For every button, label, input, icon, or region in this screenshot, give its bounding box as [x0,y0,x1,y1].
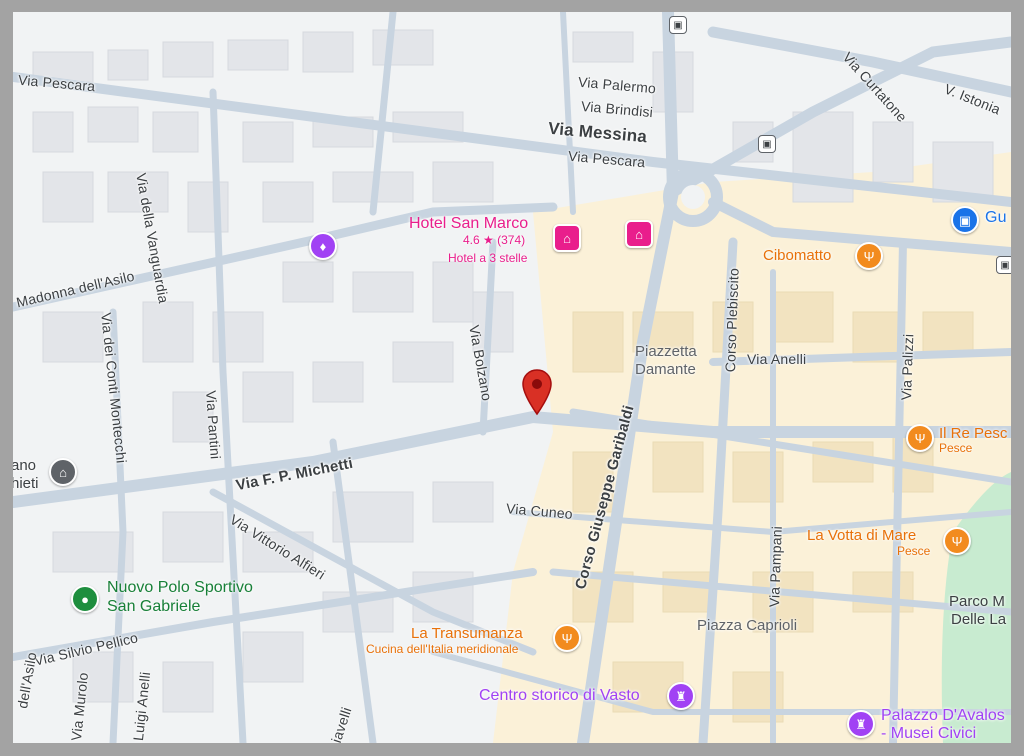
hotel-san-marco-name[interactable]: Hotel San Marco [409,216,528,232]
palazzo-davalos-marker[interactable]: ♜ [847,710,875,738]
museum-partial-line2: hieti [13,475,39,492]
castle-icon: ♜ [675,688,687,704]
hotel-marker-secondary[interactable]: ⌂ [625,220,653,248]
fork-knife-icon: Ψ [561,630,573,646]
fork-knife-icon: Ψ [914,430,926,446]
museum-icon: ⌂ [59,464,67,480]
hotel-review-count: (374) [497,233,526,247]
palazzo-davalos-name-line1[interactable]: Palazzo D'Avalos [881,708,1005,724]
fork-knife-icon: Ψ [951,533,963,549]
la-votta-di-mare-name[interactable]: La Votta di Mare [807,528,916,543]
street-label-via-pampani: Via Pampani [766,525,785,608]
street-label-via-anelli: Via Anelli [747,351,807,367]
park-icon: ● [81,591,89,607]
bus-stop-icon[interactable]: ▣ [758,135,776,153]
centro-storico-name[interactable]: Centro storico di Vasto [479,688,640,704]
shop-marker[interactable]: ▣ [951,206,979,234]
hotel-san-marco-rating-row: 4.6 ★ (374) [463,234,525,246]
street-label-corso-plebiscito: Corso Plebiscito [722,267,742,373]
parco-name-line2[interactable]: Delle La [951,612,1006,627]
bed-icon: ⌂ [635,226,643,242]
map-frame: Via Pescara Via Palermo Via Brindisi Via… [0,0,1024,756]
parco-name-line1[interactable]: Parco M [949,594,1005,609]
palazzo-davalos-name-line2[interactable]: - Musei Civici [881,726,976,742]
la-transumanza-marker[interactable]: Ψ [553,624,581,652]
nuovo-polo-sportivo-name-line1[interactable]: Nuovo Polo Sportivo [107,580,253,596]
attraction-marker-west[interactable]: ♦ [309,232,337,260]
hotel-rating: 4.6 [463,233,480,247]
museum-icon: ♜ [855,716,867,732]
fork-knife-icon: Ψ [863,248,875,264]
il-re-pesce-name[interactable]: Il Re Pesc [939,426,1007,441]
roundabout-center [681,185,705,209]
bus-stop-icon[interactable]: ▣ [669,16,687,34]
nuovo-polo-sportivo-marker[interactable]: ● [71,585,99,613]
bed-icon: ⌂ [563,230,571,246]
la-transumanza-category: Cucina dell'Italia meridionale [366,642,519,656]
map-pin-icon[interactable] [521,368,553,416]
hotel-san-marco-category: Hotel a 3 stelle [448,251,528,265]
la-votta-di-mare-category: Pesce [897,544,931,558]
star-icon: ★ [483,233,494,247]
la-votta-di-mare-marker[interactable]: Ψ [943,527,971,555]
bus-stop-icon[interactable]: ▣ [996,256,1011,274]
museum-marker-west[interactable]: ⌂ [49,458,77,486]
la-transumanza-name[interactable]: La Transumanza [411,626,523,641]
nuovo-polo-sportivo-name-line2[interactable]: San Gabriele [107,599,200,615]
shop-partial-name[interactable]: Gu [985,210,1007,226]
attraction-icon: ♦ [319,238,327,254]
cibomatto-name[interactable]: Cibomatto [763,248,831,263]
il-re-pesce-marker[interactable]: Ψ [906,424,934,452]
map-canvas[interactable]: Via Pescara Via Palermo Via Brindisi Via… [13,12,1011,743]
place-label-piazza-caprioli: Piazza Caprioli [697,617,798,634]
museum-partial-line1: ano [13,457,37,474]
centro-storico-marker[interactable]: ♜ [667,682,695,710]
il-re-pesce-category: Pesce [939,441,973,455]
place-label-damante: Damante [635,361,696,378]
hotel-san-marco-marker[interactable]: ⌂ [553,224,581,252]
street-label-via-palizzi: Via Palizzi [898,333,917,401]
place-label-piazzetta: Piazzetta [635,343,697,360]
shopping-bag-icon: ▣ [958,212,972,228]
cibomatto-marker[interactable]: Ψ [855,242,883,270]
